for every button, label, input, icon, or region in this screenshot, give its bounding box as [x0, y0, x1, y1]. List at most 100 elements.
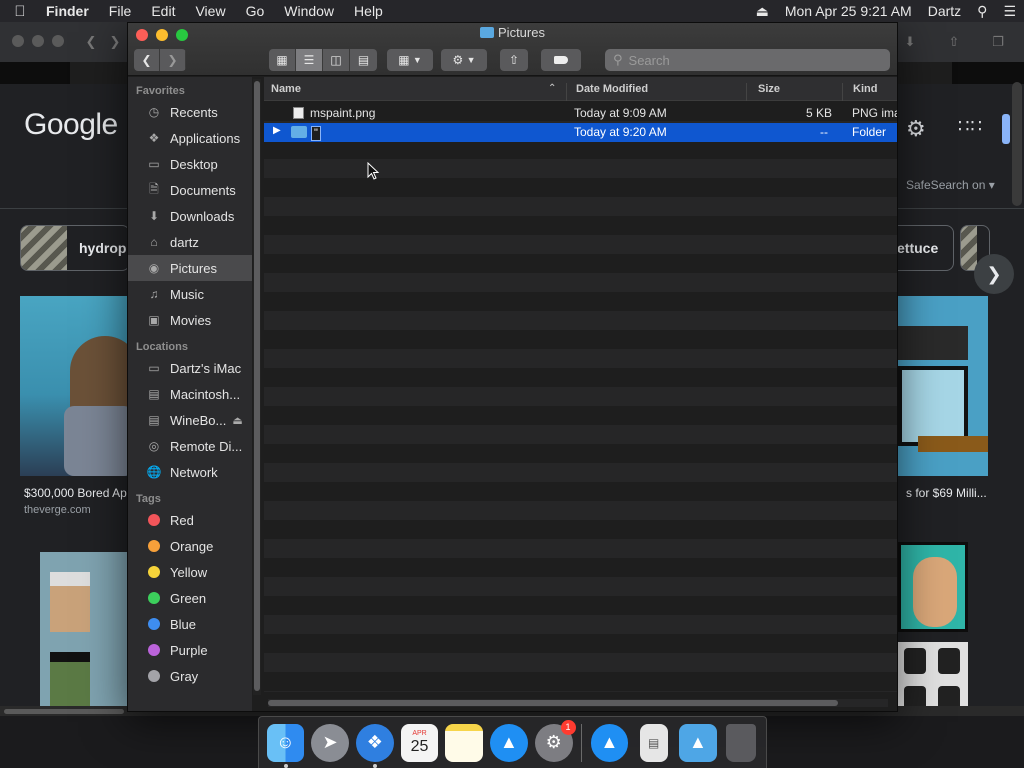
- file-name-cell[interactable]: mspaint.png: [293, 106, 375, 120]
- column-divider[interactable]: [566, 83, 567, 101]
- sidebar-item-tag-purple[interactable]: Purple: [128, 637, 252, 663]
- column-header-name[interactable]: Name: [271, 83, 301, 95]
- table-row[interactable]: mspaint.png Today at 9:09 AM 5 KB PNG im…: [264, 104, 897, 123]
- menu-edit[interactable]: Edit: [141, 3, 185, 19]
- result-image[interactable]: [898, 542, 968, 632]
- document-icon[interactable]: ▤: [639, 723, 668, 762]
- table-row[interactable]: ▶ " Today at 9:20 AM -- Folder: [264, 123, 897, 142]
- sidebar-item-applications[interactable]: ❖ Applications: [128, 125, 252, 151]
- column-header-kind[interactable]: Kind: [853, 83, 877, 95]
- system-preferences-icon[interactable]: ⚙ 1: [534, 719, 576, 762]
- sidebar-item-imac[interactable]: ▭ Dartz's iMac: [128, 355, 252, 381]
- trash-icon[interactable]: [726, 723, 757, 762]
- notification-center-icon[interactable]: ☰: [995, 3, 1024, 20]
- menu-help[interactable]: Help: [344, 3, 393, 19]
- browser-tab[interactable]: [952, 62, 1024, 84]
- sidebar-item-tag-orange[interactable]: Orange: [128, 533, 252, 559]
- group-by-button[interactable]: ▦ ▼: [387, 49, 433, 71]
- launchpad-icon[interactable]: ➤: [311, 723, 349, 762]
- result-caption[interactable]: s for $69 Milli...: [906, 486, 987, 500]
- sidebar-item-macintosh-hd[interactable]: ▤ Macintosh...: [128, 381, 252, 407]
- menu-finder[interactable]: Finder: [40, 3, 99, 19]
- finder-icon[interactable]: ☺: [266, 723, 305, 768]
- google-logo[interactable]: Google: [24, 108, 118, 142]
- calendar-icon[interactable]: APR 25: [400, 723, 439, 762]
- scroll-thumb[interactable]: [4, 709, 124, 714]
- scroll-thumb[interactable]: [254, 81, 260, 691]
- sidebar-item-winebottler[interactable]: ▤ WineBo... ⏏: [128, 407, 252, 433]
- eject-icon[interactable]: ⏏: [232, 414, 242, 427]
- browser-scrollbar[interactable]: [1012, 82, 1022, 206]
- file-name-cell[interactable]: ": [291, 125, 321, 141]
- column-header-size[interactable]: Size: [758, 83, 780, 95]
- eject-icon[interactable]: ⏏: [748, 3, 777, 20]
- search-field[interactable]: ⚲: [605, 49, 890, 71]
- icon-view-icon[interactable]: ▦: [269, 49, 296, 71]
- menu-window[interactable]: Window: [274, 3, 344, 19]
- sidebar-item-home[interactable]: ⌂ dartz: [128, 229, 252, 255]
- result-image[interactable]: [40, 552, 128, 716]
- back-button[interactable]: ❮: [134, 49, 160, 71]
- column-view-icon[interactable]: ◫: [323, 49, 350, 71]
- browser-share-icon[interactable]: ⇧: [942, 32, 966, 52]
- safari-icon[interactable]: ❖: [355, 723, 394, 768]
- sidebar-item-downloads[interactable]: ⬇ Downloads: [128, 203, 252, 229]
- browser-minimize-icon[interactable]: [32, 35, 44, 47]
- rename-field[interactable]: ": [311, 126, 321, 141]
- browser-tabs-icon[interactable]: ❐: [986, 32, 1010, 52]
- browser-back-icon[interactable]: ❮: [80, 32, 102, 52]
- sidebar-item-tag-red[interactable]: Red: [128, 507, 252, 533]
- result-image[interactable]: [20, 296, 128, 476]
- share-button[interactable]: ⇧: [500, 49, 528, 71]
- gallery-view-icon[interactable]: ▤: [350, 49, 377, 71]
- sort-ascending-icon[interactable]: ⌃: [548, 83, 556, 94]
- column-divider[interactable]: [842, 83, 843, 101]
- account-button[interactable]: [1002, 114, 1010, 144]
- browser-download-icon[interactable]: ⬇: [898, 32, 922, 52]
- browser-tab[interactable]: [0, 62, 70, 84]
- result-image[interactable]: [898, 642, 968, 716]
- sidebar-item-tag-gray[interactable]: Gray: [128, 663, 252, 689]
- applications-folder-icon[interactable]: ▲: [590, 723, 629, 762]
- sidebar-item-remote-disc[interactable]: ◎ Remote Di...: [128, 433, 252, 459]
- result-image[interactable]: [898, 296, 988, 476]
- sidebar-item-pictures[interactable]: ◉ Pictures: [128, 255, 252, 281]
- gear-icon[interactable]: ⚙: [906, 116, 926, 142]
- notes-icon[interactable]: [445, 723, 484, 762]
- sidebar-item-tag-green[interactable]: Green: [128, 585, 252, 611]
- scroll-thumb[interactable]: [268, 700, 838, 706]
- browser-forward-icon[interactable]: ❯: [104, 32, 126, 52]
- sidebar-item-recents[interactable]: ◷ Recents: [128, 99, 252, 125]
- browser-close-icon[interactable]: [12, 35, 24, 47]
- sidebar-item-music[interactable]: ♫ Music: [128, 281, 252, 307]
- downloads-folder-icon[interactable]: ▲: [679, 723, 717, 762]
- spotlight-search-icon[interactable]: ⚲: [969, 3, 995, 20]
- sidebar-item-movies[interactable]: ▣ Movies: [128, 307, 252, 333]
- menu-go[interactable]: Go: [236, 3, 275, 19]
- chevron-right-icon[interactable]: ❯: [974, 254, 1014, 294]
- tags-button[interactable]: [541, 49, 581, 71]
- safesearch-toggle[interactable]: SafeSearch on ▾: [906, 178, 995, 192]
- disclosure-triangle-icon[interactable]: ▶: [273, 125, 281, 136]
- action-button[interactable]: ⚙ ▼: [441, 49, 487, 71]
- menubar-user[interactable]: Dartz: [920, 3, 969, 19]
- sidebar-item-documents[interactable]: 🗎 Documents: [128, 177, 252, 203]
- sidebar-scrollbar[interactable]: [253, 79, 261, 695]
- sidebar-item-desktop[interactable]: ▭ Desktop: [128, 151, 252, 177]
- file-rows[interactable]: mspaint.png Today at 9:09 AM 5 KB PNG im…: [264, 102, 897, 692]
- menu-file[interactable]: File: [99, 3, 142, 19]
- column-header-date[interactable]: Date Modified: [576, 83, 648, 95]
- sidebar-item-tag-blue[interactable]: Blue: [128, 611, 252, 637]
- app-store-icon[interactable]: ▲: [490, 723, 528, 762]
- forward-button[interactable]: ❯: [160, 49, 186, 71]
- related-search-chip[interactable]: hydrop: [20, 225, 130, 271]
- menubar-clock[interactable]: Mon Apr 25 9:21 AM: [777, 3, 920, 19]
- sidebar-item-tag-yellow[interactable]: Yellow: [128, 559, 252, 585]
- browser-maximize-icon[interactable]: [52, 35, 64, 47]
- menu-view[interactable]: View: [185, 3, 235, 19]
- search-input[interactable]: [628, 52, 869, 68]
- column-divider[interactable]: [746, 83, 747, 101]
- apple-icon[interactable]: : [0, 3, 40, 20]
- result-caption[interactable]: $300,000 Bored Ap: [24, 486, 127, 500]
- apps-grid-icon[interactable]: ∷∷: [958, 116, 983, 137]
